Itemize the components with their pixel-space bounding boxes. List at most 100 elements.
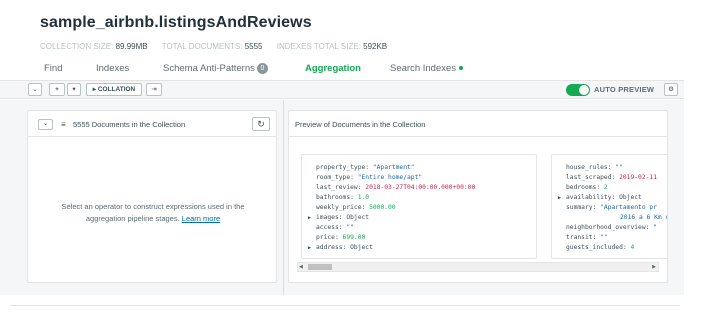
stage-editor-header: ⌄ ≡ 5555 Documents in the Collection ↻: [28, 111, 276, 137]
stat-label: COLLECTION SIZE:: [40, 42, 114, 51]
count-badge: 0: [256, 63, 268, 74]
stage-editor-panel: ⌄ ≡ 5555 Documents in the Collection ↻ S…: [27, 110, 277, 283]
field-value: 2016 a 6 Km do: [620, 214, 668, 221]
field-value: 699.00: [342, 234, 366, 241]
preview-header: Preview of Documents in the Collection: [289, 111, 667, 137]
refresh-icon[interactable]: ↻: [252, 117, 270, 131]
field-key: house_rules:: [566, 164, 612, 171]
document-field: price: 699.00: [308, 233, 536, 243]
scroll-thumb[interactable]: [308, 264, 332, 270]
pipeline-stage-area: ⌄ ≡ 5555 Documents in the Collection ↻ S…: [0, 100, 684, 295]
tab-search-indexes[interactable]: Search Indexes: [390, 63, 464, 74]
bottom-divider: [10, 305, 680, 306]
field-key: address:: [316, 244, 347, 251]
stat-indexes-size: INDEXES TOTAL SIZE: 592KB: [277, 42, 387, 51]
stat-value: 5555: [244, 42, 263, 51]
document-field: access: "": [308, 223, 536, 233]
field-value: "": [615, 164, 623, 171]
tab-find[interactable]: Find: [44, 63, 62, 74]
tab-aggregation[interactable]: Aggregation: [305, 63, 361, 74]
collapse-pipeline-button[interactable]: ⌄: [28, 83, 42, 96]
expand-caret-icon[interactable]: ▶: [558, 193, 561, 203]
collection-stats: COLLECTION SIZE: 89.99MB TOTAL DOCUMENTS…: [40, 42, 399, 51]
document-field: ▶ availability: Object: [558, 193, 667, 203]
document-field: bathrooms: 1.0: [308, 193, 536, 203]
document-field: bedrooms: 2: [558, 183, 667, 193]
field-key: bedrooms:: [566, 184, 601, 191]
field-key: images:: [316, 214, 343, 221]
field-value: 2: [603, 184, 608, 191]
scroll-left-icon[interactable]: ◀: [299, 264, 303, 270]
add-stage-button[interactable]: +: [49, 83, 65, 96]
document-field: guests_included: 4: [558, 243, 667, 253]
pipeline-toolbar: ⌄ + ▾ ▸ COLLATION ⇥ AUTO PREVIEW ⚙: [0, 80, 684, 99]
document-field: transit: "": [558, 233, 667, 243]
field-value: 5000.00: [369, 204, 396, 211]
collapse-stage-button[interactable]: ⌄: [38, 119, 53, 130]
document-field: neighborhood_overview: ": [558, 223, 667, 233]
stat-label: TOTAL DOCUMENTS:: [161, 42, 243, 51]
field-key: summary:: [566, 204, 597, 211]
field-value: 2019-02-11: [619, 174, 658, 181]
collation-button[interactable]: ▸ COLLATION: [86, 83, 142, 96]
document-card: house_rules: "" last_scraped: 2019-02-11 b…: [551, 154, 668, 259]
field-key: guests_included:: [566, 244, 627, 251]
stat-collection-size: COLLECTION SIZE: 89.99MB: [40, 42, 148, 51]
document-field: summary: "Apartamento pr: [558, 203, 667, 213]
collection-tabs: Find Indexes Schema Anti-Patterns 0 Aggre…: [26, 60, 676, 80]
auto-preview-label: AUTO PREVIEW: [594, 85, 655, 94]
field-value: "Apartment": [372, 164, 415, 171]
field-key: transit:: [566, 234, 597, 241]
stage-help-text: Select an operator to construct expressi…: [46, 201, 260, 225]
collection-title: sample_airbnb.listingsAndReviews: [40, 14, 312, 31]
document-field: ▶ images: Object: [308, 213, 536, 223]
status-dot: [459, 66, 464, 70]
field-key: room_type:: [316, 174, 354, 181]
field-key: price:: [316, 234, 339, 241]
document-field: ▶ address: Object: [308, 243, 536, 253]
scroll-right-icon[interactable]: ▶: [652, 264, 656, 270]
panel-divider[interactable]: [283, 100, 284, 295]
field-key: property_type:: [316, 164, 370, 171]
document-field: property_type: "Apartment": [308, 163, 536, 173]
field-key: availability:: [566, 194, 616, 201]
export-icon[interactable]: ⇥: [146, 83, 162, 96]
field-key: neighborhood_overview:: [566, 224, 650, 231]
tab-indexes[interactable]: Indexes: [96, 63, 129, 74]
auto-preview-toggle[interactable]: [566, 84, 590, 96]
preview-panel: Preview of Documents in the Collection p…: [288, 110, 668, 283]
field-value: 4: [630, 244, 635, 251]
expand-caret-icon[interactable]: ▶: [308, 243, 311, 253]
stat-value: 89.99MB: [115, 42, 148, 51]
stat-label: INDEXES TOTAL SIZE:: [276, 42, 361, 51]
field-value: "Apartamento pr: [600, 204, 658, 211]
field-key: access:: [316, 224, 343, 231]
document-field: weekly_price: 5000.00: [308, 203, 536, 213]
field-value: 2018-03-27T04:00:00.000+00:00: [365, 184, 476, 191]
gear-icon[interactable]: ⚙: [664, 83, 678, 96]
field-key: bathrooms:: [316, 194, 354, 201]
field-value: Object: [350, 244, 373, 251]
expand-caret-icon[interactable]: ▶: [308, 213, 311, 223]
tab-label: Search Indexes: [390, 63, 457, 74]
field-value: 1.0: [357, 194, 370, 201]
field-value: ": [653, 224, 657, 231]
field-value: Object: [619, 194, 642, 201]
preview-title: Preview of Documents in the Collection: [295, 120, 426, 129]
database-icon: ≡: [61, 120, 66, 129]
field-value: "": [600, 234, 608, 241]
field-key: last_scraped:: [566, 174, 616, 181]
field-value: "": [346, 224, 354, 231]
field-key: weekly_price:: [316, 204, 366, 211]
field-value: "Entire home/apt": [357, 174, 423, 181]
document-field: 2016 a 6 Km do: [558, 213, 668, 223]
horizontal-scrollbar[interactable]: ◀ ▶: [297, 262, 659, 272]
field-value: Object: [346, 214, 370, 221]
document-card: property_type: "Apartment" room_type: "En…: [301, 154, 537, 259]
field-key: last_review:: [316, 184, 362, 191]
stat-total-documents: TOTAL DOCUMENTS: 5555: [162, 42, 263, 51]
tab-label: Schema Anti-Patterns: [163, 63, 255, 74]
tab-schema-anti-patterns[interactable]: Schema Anti-Patterns 0: [163, 63, 268, 74]
pipeline-dropdown-button[interactable]: ▾: [67, 83, 81, 96]
learn-more-link[interactable]: Learn more: [182, 214, 220, 223]
